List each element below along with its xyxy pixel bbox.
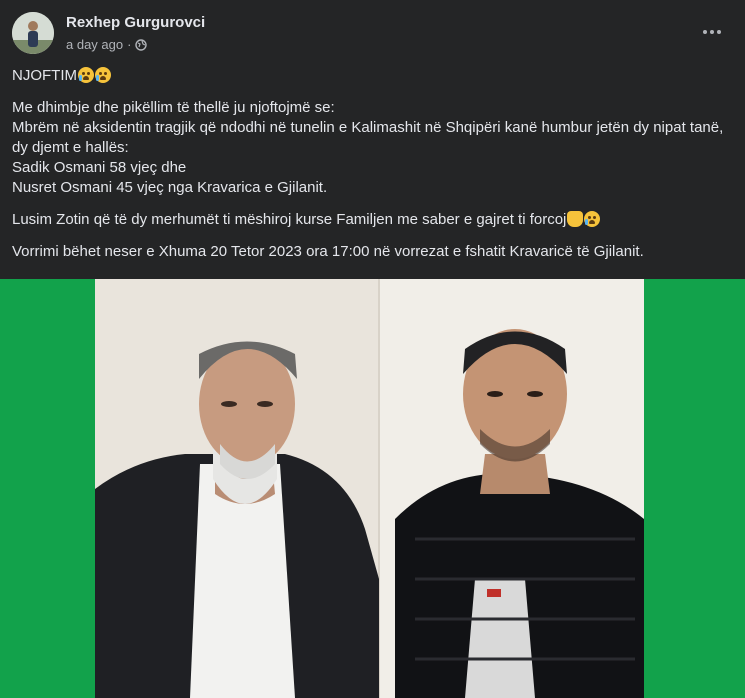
globe-icon <box>135 38 148 51</box>
meta-separator: · <box>127 37 132 52</box>
crying-face-emoji-icon <box>95 67 111 83</box>
post-paragraph-1: NJOFTIM <box>12 66 732 86</box>
post-text: NJOFTIM Me dhimbje dhe pikëllim të thell… <box>12 66 732 274</box>
announcement-label: NJOFTIM <box>12 67 77 84</box>
post-time[interactable]: a day ago <box>66 37 123 52</box>
post-paragraph-4: Vorrimi bëhet neser e Xhuma 20 Tetor 202… <box>12 243 644 260</box>
crying-face-emoji-icon <box>584 211 601 227</box>
author-avatar[interactable] <box>12 12 54 54</box>
author-name[interactable]: Rexhep Gurgurovci <box>66 14 205 31</box>
facebook-post: Rexhep Gurgurovci a day ago · NJOFTIM Me… <box>0 0 745 698</box>
post-image[interactable] <box>0 279 745 698</box>
more-options-icon[interactable] <box>700 20 724 44</box>
post-header: Rexhep Gurgurovci a day ago · <box>12 12 732 56</box>
open-hands-emoji-icon <box>567 211 584 227</box>
post-paragraph-3: Lusim Zotin që të dy merhumët ti mëshiro… <box>12 210 732 230</box>
post-paragraph-2: Me dhimbje dhe pikëllim të thellë ju njo… <box>12 99 724 196</box>
post-meta: a day ago · <box>66 37 148 52</box>
memorial-photo <box>95 279 644 698</box>
prayer-text: Lusim Zotin që të dy merhumët ti mëshiro… <box>12 211 567 228</box>
crying-face-emoji-icon <box>78 67 94 83</box>
